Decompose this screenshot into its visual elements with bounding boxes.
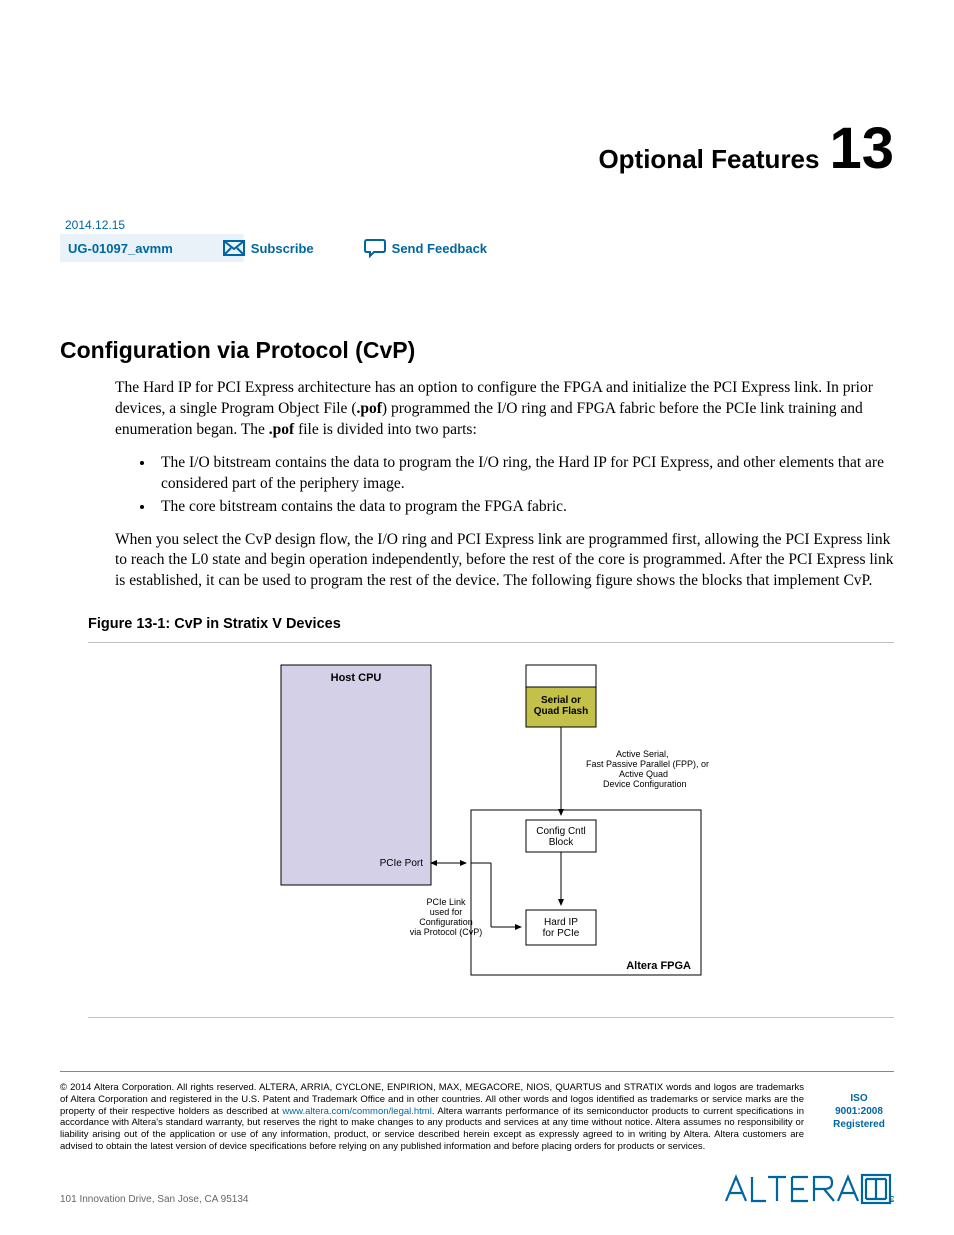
figure-rule	[88, 642, 894, 643]
figure-diagram: Host CPU Serial orQuad Flash Active Seri…	[88, 655, 894, 1005]
paragraph: The Hard IP for PCI Express architecture…	[115, 378, 894, 441]
figure-rule-bottom	[88, 1017, 894, 1018]
diag-flash-note: Active Serial,Fast Passive Parallel (FPP…	[586, 749, 709, 789]
section-heading: Configuration via Protocol (CvP)	[60, 337, 894, 364]
svg-text:R: R	[891, 1198, 894, 1203]
list-item: The core bitstream contains the data to …	[155, 497, 894, 518]
legal-link[interactable]: www.altera.com/common/legal.html	[282, 1106, 431, 1117]
speech-bubble-icon	[364, 238, 386, 258]
feedback-link[interactable]: Send Feedback	[364, 238, 487, 258]
chapter-title: Optional Features	[598, 144, 819, 175]
legal-text: © 2014 Altera Corporation. All rights re…	[60, 1082, 804, 1153]
subscribe-link[interactable]: Subscribe	[223, 240, 314, 256]
doc-id[interactable]: UG-01097_avmm	[68, 241, 173, 256]
diag-fpga-label: Altera FPGA	[626, 960, 691, 972]
envelope-icon	[223, 240, 245, 256]
address: 101 Innovation Drive, San Jose, CA 95134	[60, 1194, 248, 1205]
figure-caption: Figure 13-1: CvP in Stratix V Devices	[88, 616, 894, 632]
paragraph: When you select the CvP design flow, the…	[115, 530, 894, 593]
subscribe-label: Subscribe	[251, 241, 314, 256]
feedback-label: Send Feedback	[392, 241, 487, 256]
footer: © 2014 Altera Corporation. All rights re…	[60, 1071, 894, 1205]
diag-host-cpu: Host CPU	[331, 672, 382, 684]
chapter-number: 13	[829, 120, 894, 178]
diag-flash: Serial orQuad Flash	[534, 695, 588, 717]
diag-hardip: Hard IPfor PCIe	[543, 917, 580, 939]
chapter-header: Optional Features 13	[60, 120, 894, 178]
iso-badge[interactable]: ISO 9001:2008 Registered	[824, 1082, 894, 1153]
altera-logo: R	[724, 1171, 894, 1205]
diag-pcie-port: PCIe Port	[380, 858, 424, 869]
doc-date: 2014.12.15	[65, 218, 894, 232]
bullet-list: The I/O bitstream contains the data to p…	[155, 453, 894, 518]
list-item: The I/O bitstream contains the data to p…	[155, 453, 894, 495]
